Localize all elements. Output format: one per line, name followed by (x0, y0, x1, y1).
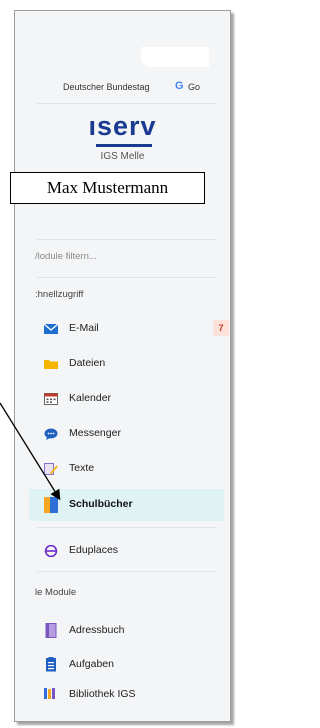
annotation-arrow (0, 402, 61, 501)
